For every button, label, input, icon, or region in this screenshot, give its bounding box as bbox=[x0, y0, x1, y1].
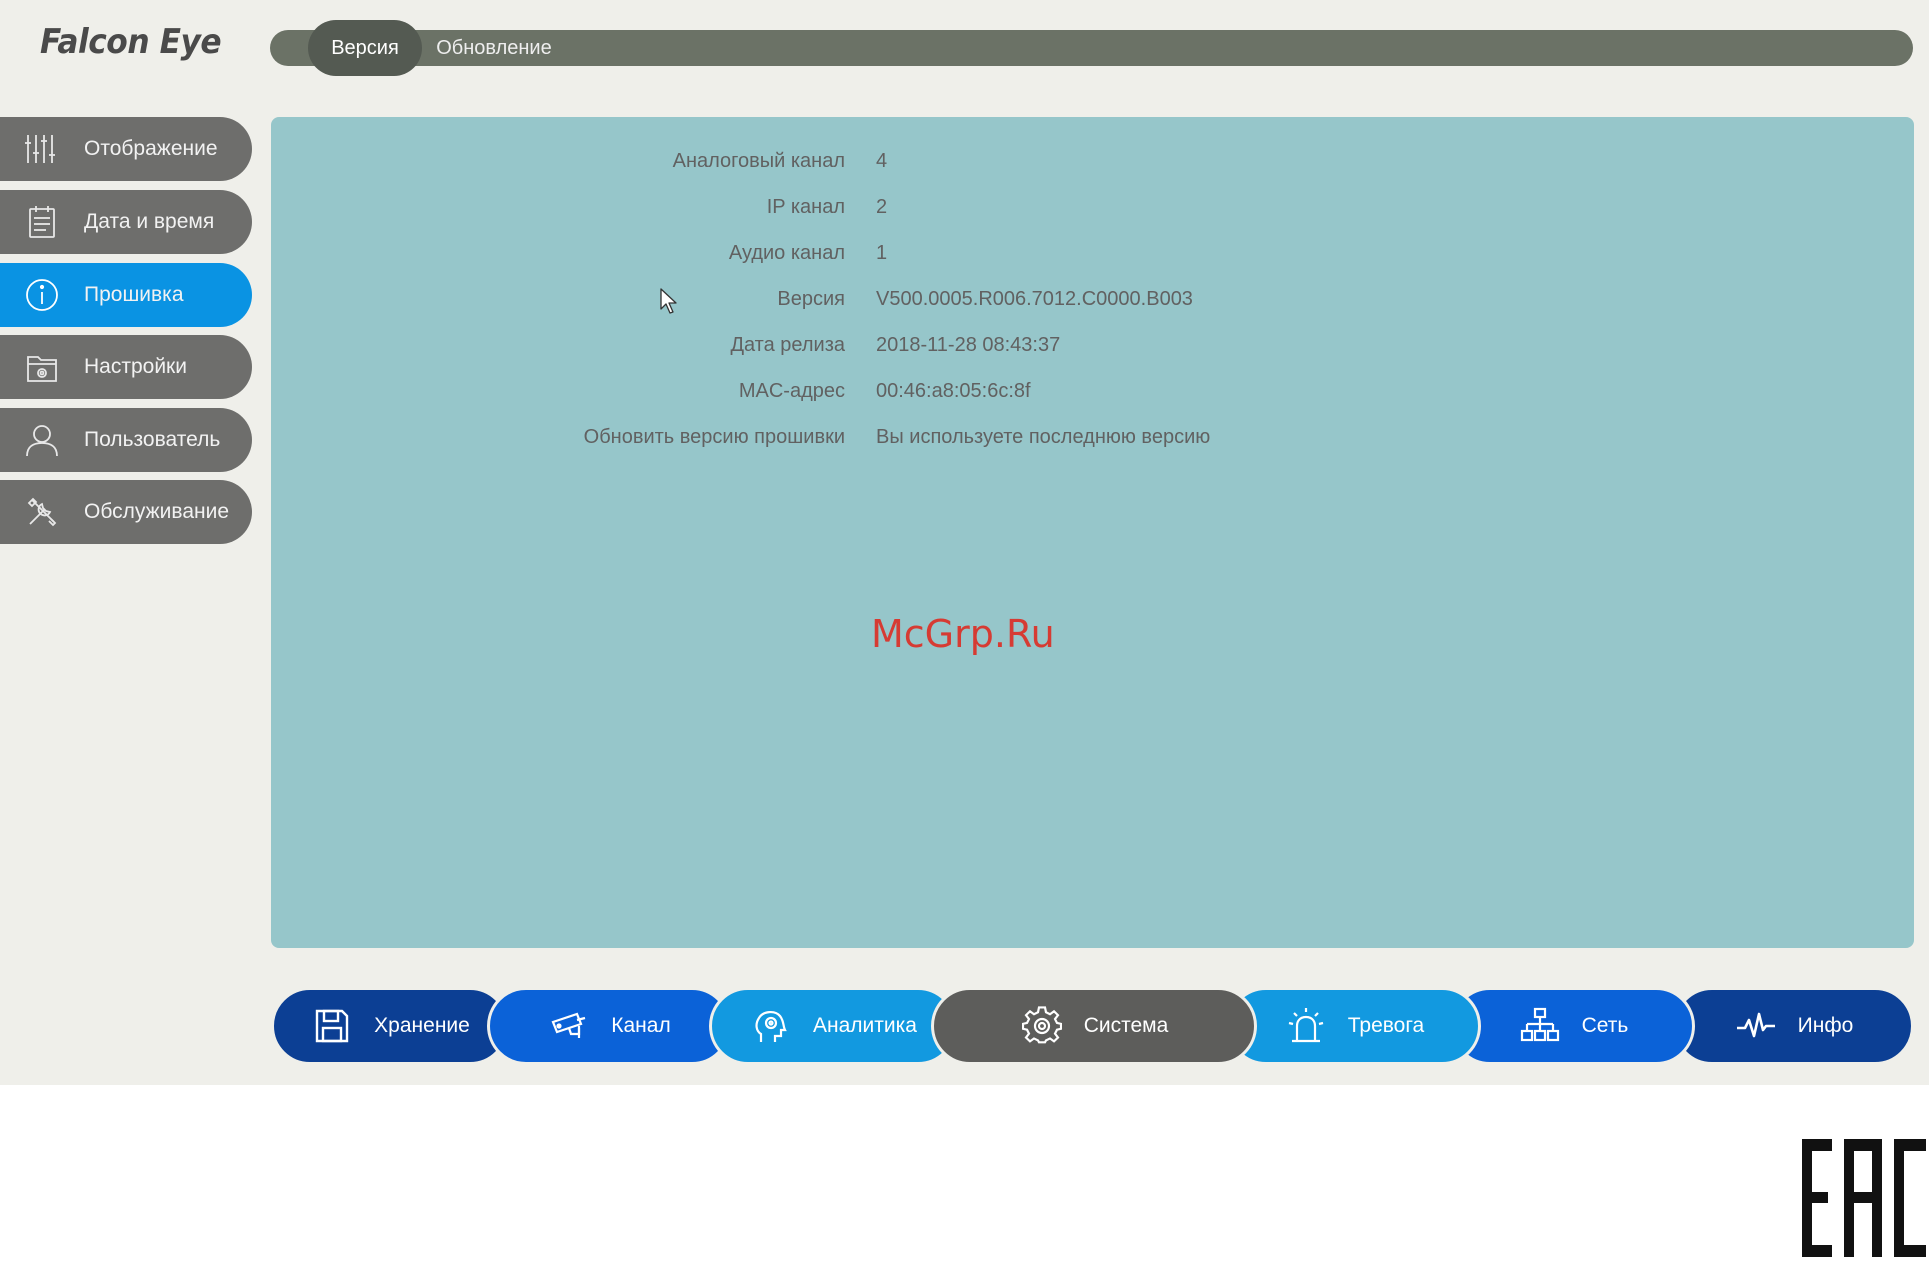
sidebar-item-maintenance[interactable]: Обслуживание bbox=[0, 480, 252, 544]
brain-icon bbox=[749, 1004, 793, 1048]
tab-update[interactable]: Обновление bbox=[432, 20, 556, 76]
nav-info[interactable]: Инфо bbox=[1673, 987, 1914, 1065]
info-value[interactable]: Вы используете последнюю версию bbox=[876, 426, 1210, 449]
nav-label: Канал bbox=[611, 1014, 671, 1037]
sidebar-item-settings[interactable]: Настройки bbox=[0, 335, 252, 399]
sidebar-item-label: Обслуживание bbox=[84, 500, 230, 523]
watermark: McGrp.Ru bbox=[871, 612, 1055, 656]
network-icon bbox=[1518, 1004, 1562, 1048]
sliders-icon bbox=[22, 129, 62, 169]
info-value: 00:46:a8:05:6c:8f bbox=[876, 380, 1031, 402]
pulse-icon bbox=[1734, 1004, 1778, 1048]
brand-logo: Falcon Eye bbox=[40, 22, 222, 62]
info-row-ip-channel: IP канал 2 bbox=[271, 192, 1914, 224]
sidebar-item-firmware[interactable]: Прошивка bbox=[0, 263, 252, 327]
info-label: MAC-адрес bbox=[738, 380, 845, 402]
nav-storage[interactable]: Хранение bbox=[271, 987, 509, 1065]
info-row-mac-address: MAC-адрес 00:46:a8:05:6c:8f bbox=[271, 376, 1914, 408]
info-label: IP канал bbox=[766, 196, 845, 218]
info-value: 1 bbox=[876, 242, 888, 264]
floppy-icon bbox=[310, 1004, 354, 1048]
bottom-nav: Хранение Канал Аналитика Система Тревога… bbox=[271, 987, 1914, 1065]
firmware-info-panel: Аналоговый канал 4 IP канал 2 Аудио кана… bbox=[271, 117, 1914, 948]
dvr-screen: Falcon Eye Версия Обновление Отображение… bbox=[0, 0, 1929, 1085]
tab-version[interactable]: Версия bbox=[308, 20, 422, 76]
sidebar-item-label: Настройки bbox=[84, 355, 187, 378]
info-value: 4 bbox=[876, 150, 888, 172]
sidebar-item-display[interactable]: Отображение bbox=[0, 117, 252, 181]
info-value: V500.0005.R006.7012.C0000.B003 bbox=[876, 288, 1193, 310]
nav-analytics[interactable]: Аналитика bbox=[709, 987, 957, 1065]
top-tab-bar: Версия Обновление bbox=[270, 20, 1913, 76]
info-row-firmware-update: Обновить версию прошивки Вы используете … bbox=[271, 422, 1914, 454]
info-row-analog-channel: Аналоговый канал 4 bbox=[271, 146, 1914, 178]
nav-network[interactable]: Сеть bbox=[1451, 987, 1695, 1065]
nav-label: Сеть bbox=[1581, 1014, 1629, 1037]
camera-icon bbox=[547, 1004, 591, 1048]
sidebar-item-label: Пользователь bbox=[84, 428, 221, 451]
nav-system[interactable]: Система bbox=[931, 987, 1257, 1065]
info-label: Версия bbox=[777, 288, 845, 310]
info-label: Аудио канал bbox=[728, 242, 845, 264]
nav-label: Аналитика bbox=[813, 1014, 917, 1037]
sidebar-item-label: Отображение bbox=[84, 137, 218, 160]
info-label: Дата релиза bbox=[730, 334, 845, 356]
info-label: Обновить версию прошивки bbox=[583, 426, 845, 448]
nav-alarm[interactable]: Тревога bbox=[1227, 987, 1481, 1065]
tools-icon bbox=[22, 492, 62, 532]
nav-channel[interactable]: Канал bbox=[487, 987, 731, 1065]
gear-icon bbox=[1020, 1004, 1064, 1048]
sidebar-item-user[interactable]: Пользователь bbox=[0, 408, 252, 472]
sidebar-item-label: Прошивка bbox=[84, 283, 184, 306]
nav-label: Хранение bbox=[374, 1014, 470, 1037]
info-row-audio-channel: Аудио канал 1 bbox=[271, 238, 1914, 270]
calendar-icon bbox=[22, 202, 62, 242]
nav-label: Система bbox=[1083, 1014, 1169, 1037]
mouse-cursor-icon bbox=[660, 288, 677, 314]
info-value: 2 bbox=[876, 196, 888, 218]
sidebar-item-datetime[interactable]: Дата и время bbox=[0, 190, 252, 254]
user-icon bbox=[22, 420, 62, 460]
eac-certification-mark bbox=[1802, 1139, 1926, 1257]
nav-label: Тревога bbox=[1347, 1014, 1425, 1037]
info-row-version: Версия V500.0005.R006.7012.C0000.B003 bbox=[271, 284, 1914, 316]
info-icon bbox=[22, 275, 62, 315]
info-label: Аналоговый канал bbox=[672, 150, 845, 172]
nav-label: Инфо bbox=[1797, 1014, 1854, 1037]
sidebar-item-label: Дата и время bbox=[84, 210, 215, 233]
info-row-release-date: Дата релиза 2018-11-28 08:43:37 bbox=[271, 330, 1914, 362]
info-value: 2018-11-28 08:43:37 bbox=[876, 334, 1061, 356]
settings-folder-icon bbox=[22, 347, 62, 387]
alarm-icon bbox=[1284, 1004, 1328, 1048]
